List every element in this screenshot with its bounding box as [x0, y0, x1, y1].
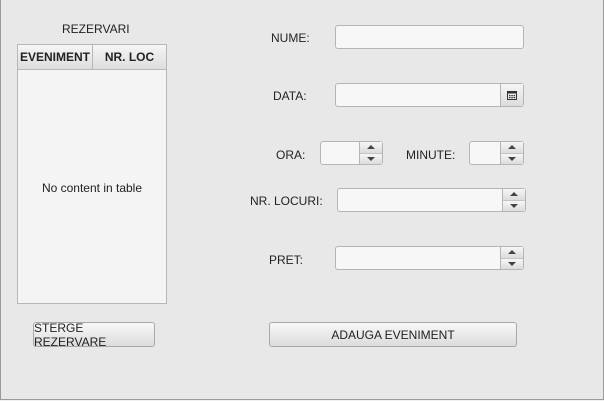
seats-label: NR. LOCURI: — [250, 194, 323, 208]
arrow-up-icon[interactable] — [501, 247, 523, 259]
reservations-table[interactable]: EVENIMENT NR. LOC No content in table — [17, 44, 167, 304]
hour-input[interactable] — [321, 142, 359, 164]
seats-input[interactable] — [338, 189, 502, 211]
app-window: REZERVARI EVENIMENT NR. LOC No content i… — [0, 0, 604, 400]
minute-spinner[interactable] — [469, 141, 524, 165]
name-label: NUME: — [271, 31, 310, 45]
price-input[interactable] — [336, 247, 500, 269]
arrow-up-icon[interactable] — [501, 142, 523, 154]
hour-label: ORA: — [276, 148, 306, 162]
arrow-down-icon[interactable] — [501, 258, 523, 269]
add-event-button[interactable]: ADAUGA EVENIMENT — [269, 322, 517, 347]
date-picker[interactable] — [335, 83, 524, 107]
hour-spinner[interactable] — [320, 141, 383, 165]
table-header: EVENIMENT NR. LOC — [18, 45, 166, 70]
arrow-up-icon[interactable] — [503, 189, 525, 201]
minute-input[interactable] — [470, 142, 500, 164]
arrow-down-icon[interactable] — [503, 200, 525, 211]
date-input[interactable] — [336, 84, 500, 106]
price-label: PRET: — [269, 253, 304, 267]
column-header-event[interactable]: EVENIMENT — [18, 45, 93, 69]
arrow-down-icon[interactable] — [501, 153, 523, 164]
price-spinner[interactable] — [335, 246, 524, 270]
table-empty-placeholder: No content in table — [41, 181, 143, 195]
reservations-title: REZERVARI — [62, 22, 130, 36]
date-label: DATA: — [273, 89, 307, 103]
seats-spinner[interactable] — [337, 188, 526, 212]
delete-reservation-button[interactable]: STERGE REZERVARE — [33, 321, 155, 349]
column-header-seat[interactable]: NR. LOC — [93, 45, 166, 69]
calendar-icon[interactable] — [500, 84, 523, 106]
arrow-up-icon[interactable] — [360, 142, 382, 154]
name-input[interactable] — [335, 25, 524, 49]
arrow-down-icon[interactable] — [360, 153, 382, 164]
minute-label: MINUTE: — [406, 148, 456, 162]
